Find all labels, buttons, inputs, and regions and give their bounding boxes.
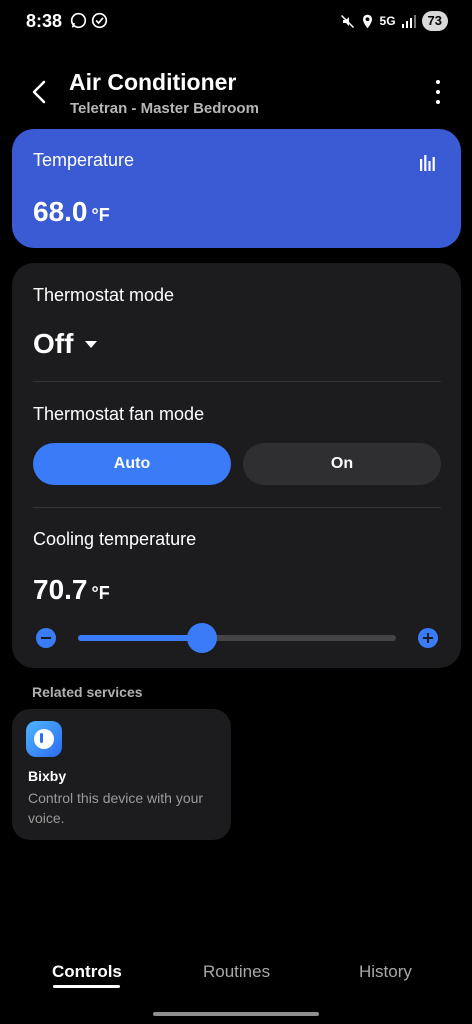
temperature-card[interactable]: Temperature 68.0 °F — [12, 129, 461, 248]
battery-indicator: 73 — [421, 11, 448, 31]
bottom-nav: Controls Routines History — [0, 958, 472, 998]
decrease-temperature-button[interactable] — [36, 628, 56, 648]
tab-routines[interactable]: Routines — [203, 962, 270, 982]
check-circle-icon — [91, 12, 108, 29]
chart-icon[interactable] — [419, 153, 437, 171]
status-bar: 8:38 5G 73 — [0, 0, 472, 44]
status-left-icons — [70, 12, 108, 29]
controls-card: Thermostat mode Off Thermostat fan mode … — [12, 263, 461, 668]
signal-icon — [401, 15, 416, 28]
bixby-service-card[interactable]: Bixby Control this device with your voic… — [12, 709, 231, 840]
cooling-temperature-label: Cooling temperature — [33, 529, 197, 549]
temperature-value: 68.0 — [33, 196, 88, 227]
cooling-slider[interactable] — [78, 623, 396, 653]
related-services-label: Related services — [32, 684, 143, 700]
tab-controls[interactable]: Controls — [52, 962, 122, 982]
fan-mode-auto-button[interactable]: Auto — [33, 443, 231, 485]
divider — [33, 381, 441, 382]
device-location: Teletran - Master Bedroom — [70, 100, 259, 117]
status-time: 8:38 — [26, 11, 63, 31]
thermostat-mode-value: Off — [33, 328, 74, 359]
slider-thumb[interactable] — [187, 623, 218, 653]
active-tab-indicator — [53, 985, 120, 988]
temperature-reading: 68.0 °F — [33, 196, 110, 228]
screen: 8:38 5G 73 Air Conditioner Teletran - Ma… — [0, 0, 472, 1024]
header: Air Conditioner Teletran - Master Bedroo… — [0, 60, 472, 120]
slider-fill — [78, 635, 203, 641]
more-options-icon[interactable] — [432, 80, 444, 104]
page-title: Air Conditioner — [69, 69, 237, 95]
home-indicator[interactable] — [153, 1012, 319, 1016]
service-name: Bixby — [28, 768, 67, 784]
temperature-unit: °F — [91, 205, 110, 225]
tab-history[interactable]: History — [359, 962, 412, 982]
service-description: Control this device with your voice. — [28, 790, 204, 826]
increase-temperature-button[interactable] — [418, 628, 438, 648]
status-right: 5G 73 — [340, 11, 448, 31]
thermostat-mode-dropdown[interactable]: Off — [33, 328, 98, 360]
caret-down-icon — [85, 340, 98, 348]
bixby-icon — [26, 721, 62, 757]
cooling-slider-row — [33, 623, 441, 653]
back-icon[interactable] — [26, 78, 54, 106]
whatsapp-icon — [70, 12, 87, 29]
cooling-temperature-value: 70.7 — [33, 574, 88, 605]
mute-icon — [340, 14, 354, 28]
thermostat-mode-label: Thermostat mode — [33, 285, 175, 305]
divider — [33, 507, 441, 508]
cooling-temperature-unit: °F — [91, 583, 110, 603]
network-type: 5G — [379, 14, 396, 28]
fan-mode-label: Thermostat fan mode — [33, 404, 205, 424]
cooling-temperature-reading: 70.7 °F — [33, 574, 110, 606]
fan-mode-on-button[interactable]: On — [243, 443, 441, 485]
location-icon — [362, 14, 372, 28]
temperature-label: Temperature — [33, 150, 135, 170]
